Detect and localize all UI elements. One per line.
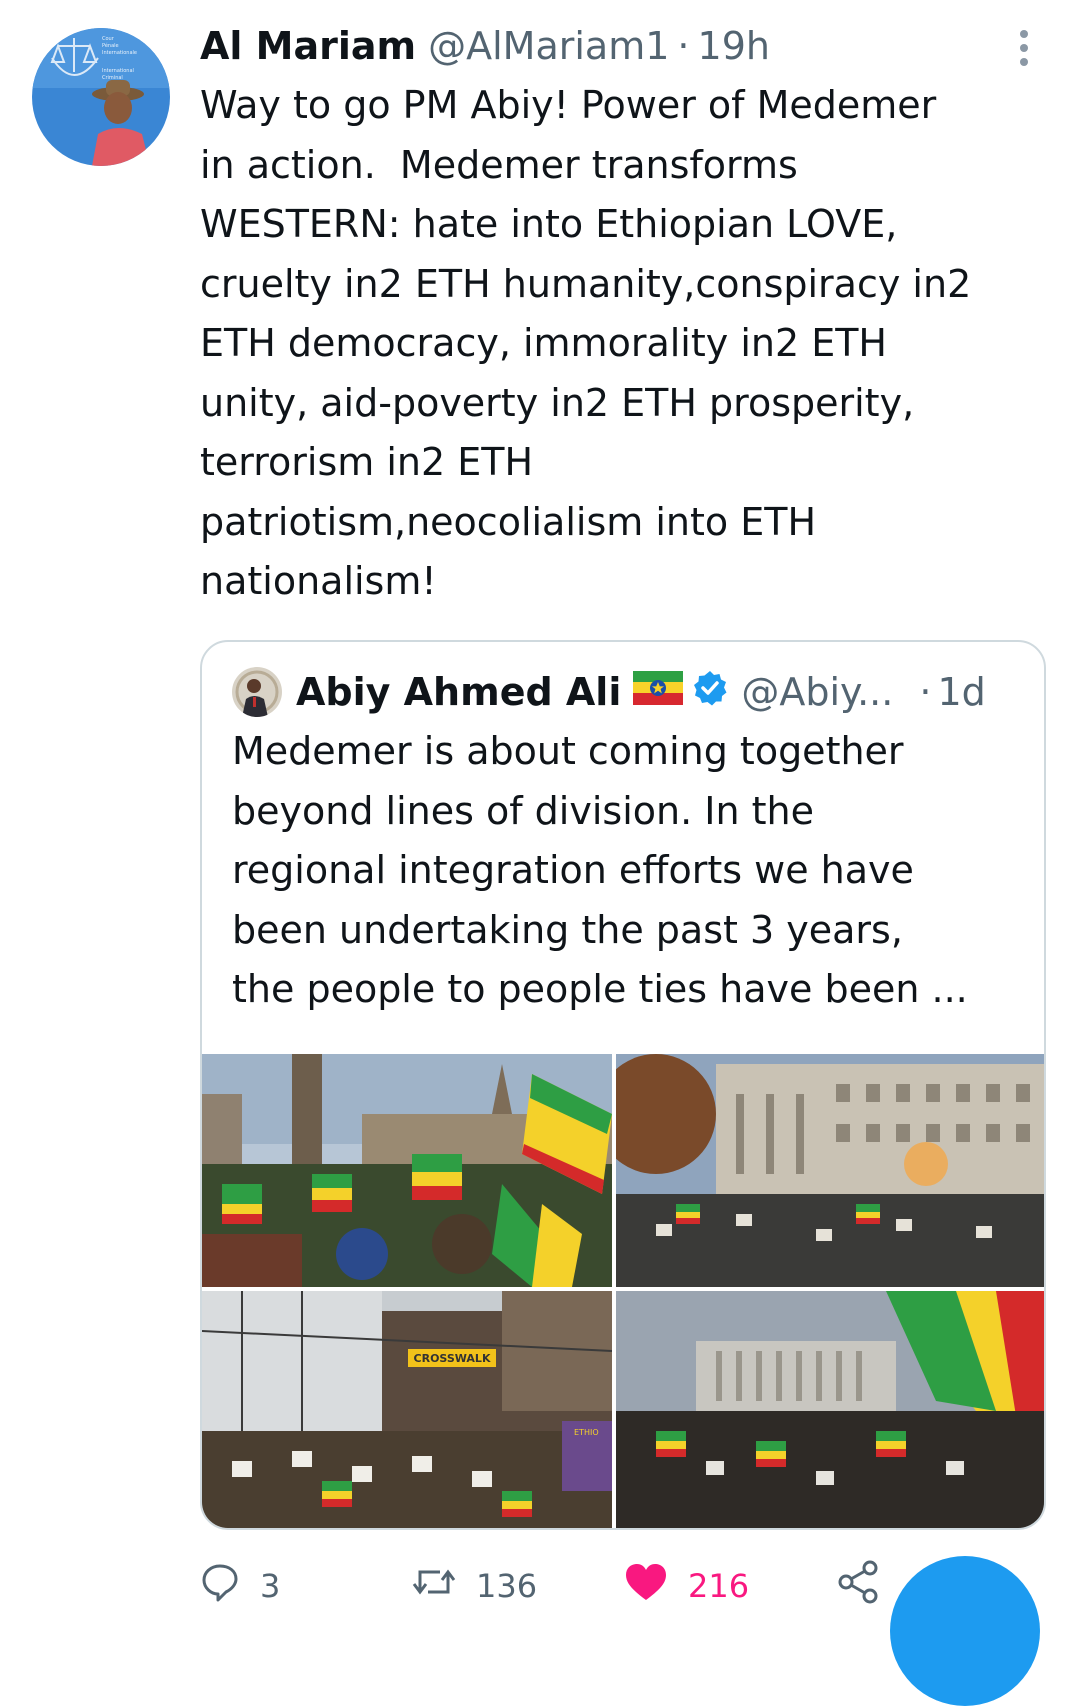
svg-text:Internationale: Internationale <box>102 50 137 56</box>
photo-rally-street[interactable]: CROSSWALK ETHIO <box>202 1291 612 1528</box>
quoted-tweet-text: Medemer is about coming together beyond … <box>232 729 968 1011</box>
photo-rally-plaza[interactable] <box>616 1291 1044 1528</box>
author-name[interactable]: Al Mariam <box>200 24 416 68</box>
avatar-badge-text: Cour <box>102 36 115 42</box>
photo-rally-parliament[interactable] <box>202 1054 612 1287</box>
svg-text:Pénale: Pénale <box>102 42 119 49</box>
reply-icon <box>200 1562 240 1610</box>
svg-text:International: International <box>102 68 134 74</box>
header-separator: · <box>677 24 690 68</box>
like-button[interactable]: 216 <box>624 1560 749 1612</box>
tweet-time[interactable]: 19h <box>698 24 770 68</box>
compose-tweet-button[interactable] <box>890 1556 1040 1706</box>
quoted-author-name[interactable]: Abiy Ahmed Ali <box>296 670 621 714</box>
tweet-text: Way to go PM Abiy! Power of Medemer in a… <box>200 83 972 603</box>
quoted-tweet[interactable]: Abiy Ahmed Ali @Abiy... · 1d Medemer is … <box>200 640 1046 1530</box>
retweet-count: 136 <box>476 1567 538 1605</box>
quoted-author-handle[interactable]: @Abiy... <box>741 670 893 714</box>
reply-button[interactable]: 3 <box>200 1560 280 1612</box>
quoted-header-separator: · <box>919 670 932 714</box>
photo-rally-government-building[interactable] <box>616 1054 1044 1287</box>
like-count: 216 <box>688 1567 750 1605</box>
share-icon <box>836 1560 880 1612</box>
more-options-icon[interactable] <box>1012 28 1036 68</box>
share-button[interactable] <box>836 1560 880 1612</box>
crosswalk-sign-text: CROSSWALK <box>414 1352 491 1365</box>
retweet-button[interactable]: 136 <box>412 1560 537 1612</box>
author-handle[interactable]: @AlMariam1 <box>428 24 669 68</box>
author-avatar[interactable]: Cour Pénale Internationale International… <box>32 28 170 166</box>
heart-icon <box>624 1562 668 1610</box>
quoted-author-avatar <box>232 667 282 717</box>
reply-count: 3 <box>260 1567 281 1605</box>
retweet-icon <box>412 1562 456 1610</box>
tweet-header: Al Mariam @AlMariam1 · 19h <box>200 24 1020 68</box>
ethiopia-flag-icon <box>633 670 684 714</box>
quoted-tweet-time[interactable]: 1d <box>937 670 985 714</box>
verified-badge-icon <box>691 669 729 716</box>
svg-text:ETHIO: ETHIO <box>574 1428 599 1437</box>
photo-grid: CROSSWALK ETHIO <box>202 1054 1044 1528</box>
quoted-tweet-header: Abiy Ahmed Ali @Abiy... · 1d <box>232 664 1024 720</box>
